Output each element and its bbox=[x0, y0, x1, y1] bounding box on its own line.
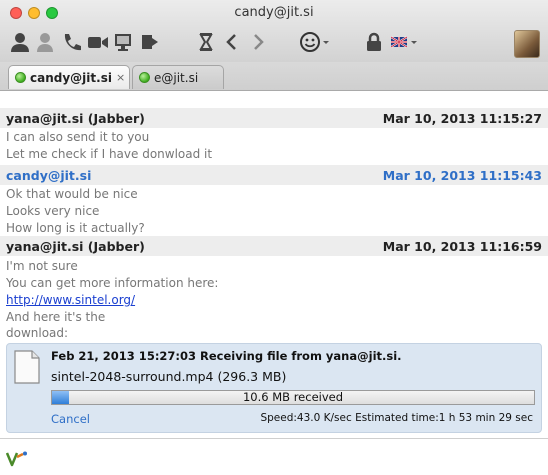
contact-info-icon[interactable] bbox=[8, 30, 32, 54]
transfer-filename: sintel-2048-surround.mp4 (296.3 MB) bbox=[51, 369, 287, 384]
video-call-icon[interactable] bbox=[86, 30, 110, 54]
flag-icon[interactable] bbox=[388, 30, 420, 54]
message-line: download: bbox=[6, 326, 69, 340]
contact-avatar[interactable] bbox=[514, 30, 540, 58]
transfer-status: Feb 21, 2013 15:27:03 Receiving file fro… bbox=[51, 349, 402, 363]
file-icon bbox=[14, 350, 40, 384]
send-file-icon[interactable] bbox=[138, 30, 162, 54]
message-input[interactable] bbox=[0, 439, 548, 475]
message-header: yana@jit.si (Jabber) Mar 10, 2013 11:15:… bbox=[0, 108, 548, 128]
message-sender: yana@jit.si (Jabber) bbox=[6, 111, 145, 126]
message-timestamp: Mar 10, 2013 11:15:27 bbox=[382, 111, 542, 126]
window-titlebar: candy@jit.si bbox=[0, 0, 548, 63]
message-sender: yana@jit.si (Jabber) bbox=[6, 239, 145, 254]
cancel-transfer-button[interactable]: Cancel bbox=[51, 412, 90, 426]
message-line: I can also send it to you bbox=[6, 130, 150, 144]
transfer-stats: Speed:43.0 K/sec Estimated time:1 h 53 m… bbox=[260, 412, 533, 424]
message-sender: candy@jit.si bbox=[6, 168, 92, 183]
online-status-icon bbox=[139, 72, 150, 83]
chat-tabbar: candy@jit.si × e@jit.si bbox=[0, 62, 548, 91]
message-timestamp: Mar 10, 2013 11:15:43 bbox=[382, 168, 542, 183]
history-icon[interactable] bbox=[194, 30, 218, 54]
file-transfer-panel: Feb 21, 2013 15:27:03 Receiving file fro… bbox=[6, 343, 542, 433]
smiley-icon[interactable] bbox=[298, 30, 332, 54]
tab-e[interactable]: e@jit.si bbox=[132, 65, 224, 89]
message-line: Ok that would be nice bbox=[6, 187, 138, 201]
message-header: candy@jit.si Mar 10, 2013 11:15:43 bbox=[0, 165, 548, 185]
back-icon[interactable] bbox=[220, 30, 244, 54]
online-status-icon bbox=[15, 72, 26, 83]
progress-label: 10.6 MB received bbox=[242, 390, 344, 404]
add-contact-icon[interactable] bbox=[34, 30, 58, 54]
message-line: Let me check if I have donwload it bbox=[6, 147, 213, 161]
message-line: Looks very nice bbox=[6, 204, 100, 218]
message-line: And here it's the bbox=[6, 310, 106, 324]
transfer-progress-bar: 10.6 MB received bbox=[51, 390, 535, 405]
desktop-share-icon[interactable] bbox=[112, 30, 136, 54]
jitsi-logo-icon bbox=[6, 451, 27, 467]
lock-icon[interactable] bbox=[362, 30, 386, 54]
message-header: yana@jit.si (Jabber) Mar 10, 2013 11:16:… bbox=[0, 236, 548, 256]
phone-icon[interactable] bbox=[60, 30, 84, 54]
message-line: How long is it actually? bbox=[6, 221, 145, 235]
tab-label: e@jit.si bbox=[154, 70, 199, 85]
forward-icon[interactable] bbox=[246, 30, 270, 54]
message-line: You can get more information here: bbox=[6, 276, 219, 290]
message-timestamp: Mar 10, 2013 11:16:59 bbox=[382, 239, 542, 254]
window-title: candy@jit.si bbox=[234, 5, 314, 20]
close-tab-icon[interactable]: × bbox=[116, 71, 125, 84]
tab-candy[interactable]: candy@jit.si × bbox=[8, 65, 130, 89]
chat-history[interactable]: yana@jit.si (Jabber) Mar 10, 2013 11:15:… bbox=[0, 91, 548, 437]
tab-label: candy@jit.si bbox=[30, 70, 112, 85]
sintel-link[interactable]: http://www.sintel.org/ bbox=[6, 293, 135, 307]
message-line: I'm not sure bbox=[6, 259, 78, 273]
chat-toolbar bbox=[8, 30, 548, 56]
